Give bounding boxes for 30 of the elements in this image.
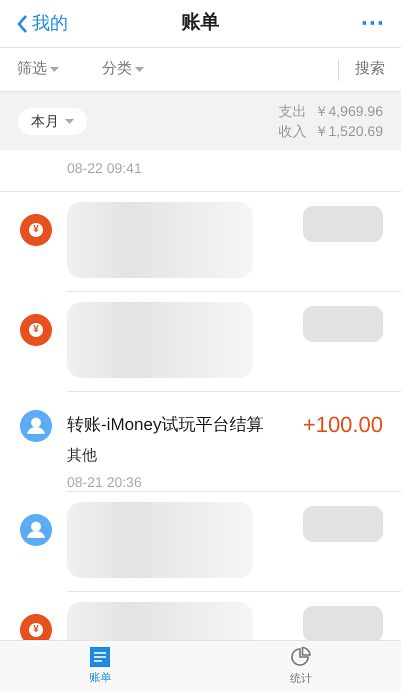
money-bag-icon: ¥ <box>20 314 52 346</box>
person-avatar-icon <box>20 410 52 442</box>
back-chevron-icon <box>16 14 28 34</box>
more-button[interactable]: ··· <box>295 12 385 36</box>
money-bag-icon: ¥ <box>20 614 52 640</box>
transaction-row[interactable]: 转账-iMoney试玩平台结算 +100.00 其他 08-21 20:36 <box>0 392 401 492</box>
dropdown-caret-icon <box>50 67 59 72</box>
income-label: 收入 <box>278 122 306 141</box>
dropdown-caret-icon <box>135 67 144 72</box>
list-icon <box>90 646 110 667</box>
entry-time: 08-22 09:41 <box>67 159 142 178</box>
entry-title: 转账-iMoney试玩平台结算 <box>67 414 264 436</box>
entry-category: 其他 <box>67 446 98 466</box>
expense-label: 支出 <box>278 102 306 121</box>
pie-chart-icon <box>290 646 312 668</box>
tab[interactable]: 账单 <box>0 641 200 692</box>
entry-amount: +100.00 <box>302 411 383 439</box>
tab[interactable]: 统计 <box>200 641 401 692</box>
filter-dropdown[interactable]: 分类 <box>102 58 144 81</box>
filter-dropdown[interactable]: 筛选 <box>17 58 102 81</box>
back-button[interactable]: 我的 <box>16 10 106 37</box>
search-button[interactable]: 搜索 <box>339 58 401 81</box>
income-total: ￥1,520.69 <box>314 122 383 141</box>
period-dropdown[interactable]: 本月 <box>18 108 87 134</box>
dropdown-caret-icon <box>65 118 74 124</box>
money-bag-icon: ¥ <box>20 214 52 246</box>
page-title: 账单 <box>180 11 220 36</box>
person-avatar-icon <box>20 514 52 546</box>
expense-total: ￥4,969.96 <box>314 102 383 121</box>
entry-time: 08-21 20:36 <box>67 472 143 492</box>
